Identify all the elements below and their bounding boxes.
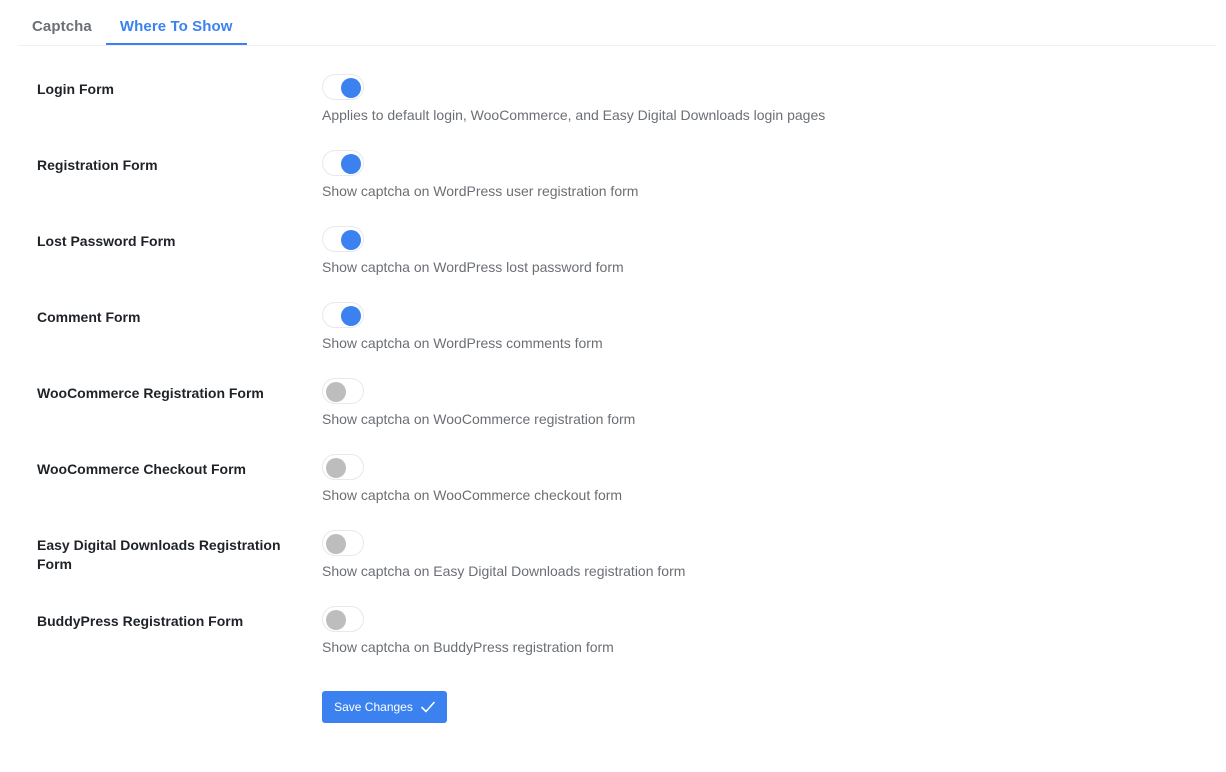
toggle-knob xyxy=(326,610,346,630)
check-icon xyxy=(421,701,435,713)
setting-label: Lost Password Form xyxy=(37,233,176,249)
setting-label: WooCommerce Checkout Form xyxy=(37,461,246,477)
tab-captcha[interactable]: Captcha xyxy=(18,0,106,45)
setting-lost-password-form: Lost Password Form Show captcha on WordP… xyxy=(0,223,1226,299)
tab-bar: Captcha Where To Show xyxy=(18,0,1216,46)
setting-label: Registration Form xyxy=(37,157,158,173)
settings-list: Login Form Applies to default login, Woo… xyxy=(0,71,1226,679)
setting-description: Show captcha on WooCommerce checkout for… xyxy=(322,487,623,503)
setting-buddypress-registration-form: BuddyPress Registration Form Show captch… xyxy=(0,603,1226,679)
setting-label: Login Form xyxy=(37,81,114,97)
setting-registration-form: Registration Form Show captcha on WordPr… xyxy=(0,147,1226,223)
lost-password-form-toggle[interactable] xyxy=(322,226,364,252)
setting-description: Show captcha on WordPress comments form xyxy=(322,335,603,351)
edd-registration-form-toggle[interactable] xyxy=(322,530,364,556)
setting-woocommerce-registration-form: WooCommerce Registration Form Show captc… xyxy=(0,375,1226,451)
toggle-knob xyxy=(341,230,361,250)
setting-edd-registration-form: Easy Digital Downloads Registration Form… xyxy=(0,527,1226,603)
setting-login-form: Login Form Applies to default login, Woo… xyxy=(0,71,1226,147)
toggle-knob xyxy=(341,78,361,98)
setting-label: Comment Form xyxy=(37,309,141,325)
setting-description: Show captcha on WooCommerce registration… xyxy=(322,411,636,427)
setting-description: Applies to default login, WooCommerce, a… xyxy=(322,107,826,123)
woocommerce-checkout-form-toggle[interactable] xyxy=(322,454,364,480)
setting-comment-form: Comment Form Show captcha on WordPress c… xyxy=(0,299,1226,375)
toggle-knob xyxy=(326,534,346,554)
save-button-label: Save Changes xyxy=(334,700,413,714)
setting-label: WooCommerce Registration Form xyxy=(37,385,264,401)
buddypress-registration-form-toggle[interactable] xyxy=(322,606,364,632)
woocommerce-registration-form-toggle[interactable] xyxy=(322,378,364,404)
setting-description: Show captcha on BuddyPress registration … xyxy=(322,639,614,655)
toggle-knob xyxy=(326,458,346,478)
setting-description: Show captcha on WordPress lost password … xyxy=(322,259,624,275)
save-changes-button[interactable]: Save Changes xyxy=(322,691,447,723)
setting-description: Show captcha on Easy Digital Downloads r… xyxy=(322,563,686,579)
toggle-knob xyxy=(341,154,361,174)
setting-woocommerce-checkout-form: WooCommerce Checkout Form Show captcha o… xyxy=(0,451,1226,527)
comment-form-toggle[interactable] xyxy=(322,302,364,328)
settings-page: Captcha Where To Show Login Form Applies… xyxy=(0,0,1226,772)
login-form-toggle[interactable] xyxy=(322,74,364,100)
toggle-knob xyxy=(341,306,361,326)
registration-form-toggle[interactable] xyxy=(322,150,364,176)
toggle-knob xyxy=(326,382,346,402)
setting-label: BuddyPress Registration Form xyxy=(37,613,244,629)
setting-description: Show captcha on WordPress user registrat… xyxy=(322,183,639,199)
setting-label: Easy Digital Downloads Registration Form xyxy=(37,537,281,572)
tab-where-to-show[interactable]: Where To Show xyxy=(105,0,247,45)
